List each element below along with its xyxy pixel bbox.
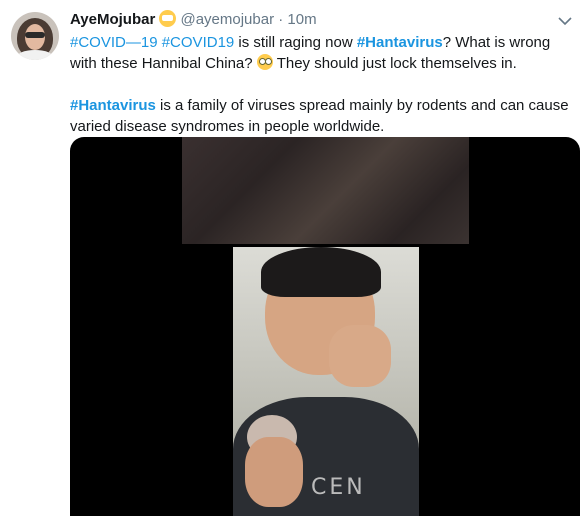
hashtag-hantavirus-link[interactable]: #Hantavirus [357,34,443,51]
tweet[interactable]: AyeMojubar @ayemojubar · 10m #COVID—19 #… [0,0,586,516]
face-with-medical-mask-icon [159,10,177,27]
flushed-face-icon [256,54,273,70]
separator-dot: · [278,11,284,28]
tweet-video[interactable]: CEN [70,137,580,516]
timestamp[interactable]: 10m [287,11,316,28]
tweet-text-segment: They should just lock themselves in. [272,55,517,72]
tweet-paragraph-2: #Hantavirus is a family of viruses sprea… [70,95,575,137]
tweet-header: AyeMojubar @ayemojubar · 10m [70,10,317,30]
video-frame[interactable]: CEN [233,247,419,516]
tweet-text-segment: is still raging now [234,34,357,51]
hashtag-covid-19-link[interactable]: #COVID—19 [70,34,158,51]
hashtag-hantavirus-link[interactable]: #Hantavirus [70,97,156,114]
author-name[interactable]: AyeMojubar [70,11,155,28]
avatar[interactable] [11,12,59,60]
hashtag-covid19-link[interactable]: #COVID19 [162,34,235,51]
tweet-paragraph-1: #COVID—19 #COVID19 is still raging now #… [70,32,575,74]
shirt-text: CEN [311,475,366,500]
chevron-down-icon[interactable] [558,16,572,26]
author-handle[interactable]: @ayemojubar [180,11,274,28]
blurred-video-background [182,137,469,244]
